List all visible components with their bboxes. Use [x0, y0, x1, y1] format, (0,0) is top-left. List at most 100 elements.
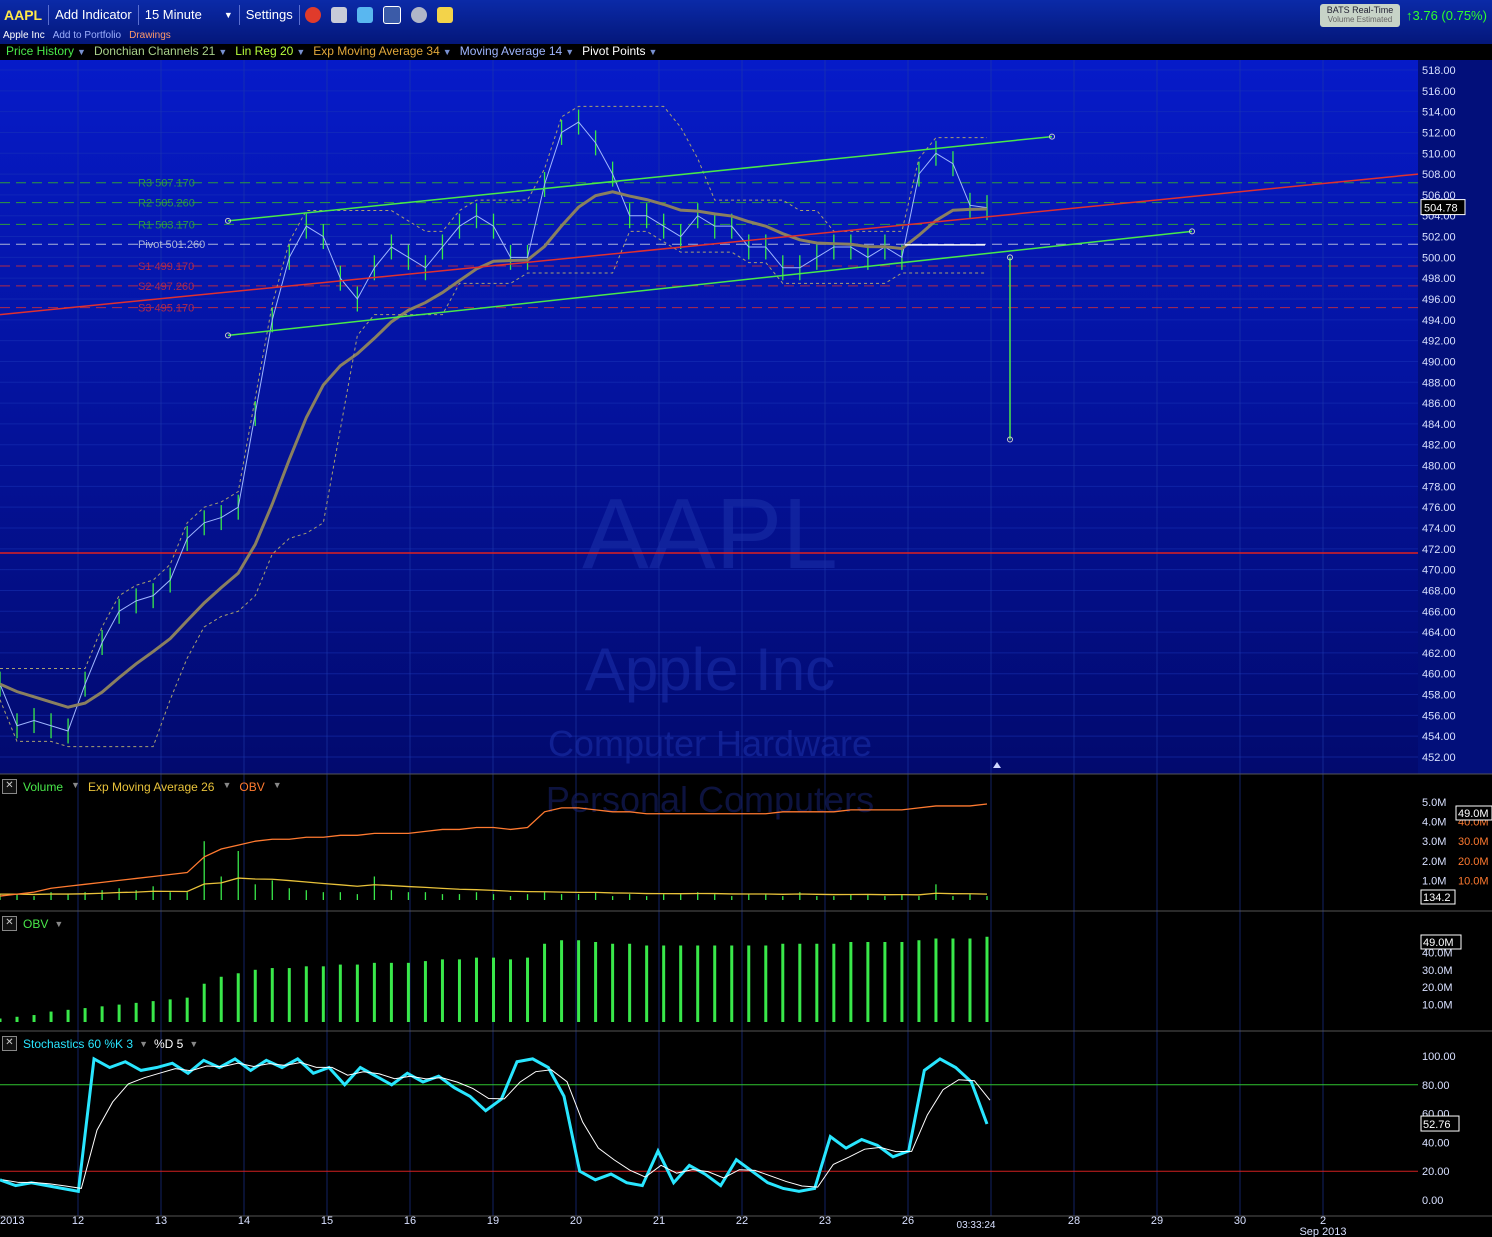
obv-overlay-tick-label: 20.0M	[1458, 856, 1489, 868]
date-tick-label: 16	[404, 1215, 416, 1227]
stoch-last-tag-label: 52.76	[1423, 1119, 1451, 1131]
obv-panel-background	[0, 912, 1492, 1030]
obv-overlay-tick-label: 10.0M	[1458, 875, 1489, 887]
price-tick-label: 464.00	[1422, 627, 1456, 639]
volume-tick-label: 4.0M	[1422, 817, 1446, 829]
close-icon[interactable]: ✕	[2, 916, 17, 931]
obv-panel-label[interactable]: OBV	[23, 917, 48, 931]
price-tick-label: 470.00	[1422, 565, 1456, 577]
chevron-down-icon[interactable]: ▼	[189, 1039, 198, 1049]
volume-panel-series-label[interactable]: Exp Moving Average 26	[88, 780, 215, 794]
chevron-down-icon[interactable]: ▼	[296, 47, 305, 57]
stoch-tick-label: 40.00	[1422, 1137, 1450, 1149]
volume-panel-series-label[interactable]: OBV	[239, 780, 264, 794]
price-tick-label: 512.00	[1422, 127, 1456, 139]
price-tick-label: 486.00	[1422, 398, 1456, 410]
price-tick-label: 452.00	[1422, 752, 1456, 764]
price-tick-label: 494.00	[1422, 315, 1456, 327]
chevron-down-icon[interactable]: ▼	[649, 47, 658, 57]
pivot-label: R1 503.170	[138, 219, 195, 231]
chevron-down-icon[interactable]: ▼	[139, 1039, 148, 1049]
price-tick-label: 480.00	[1422, 461, 1456, 473]
chevron-down-icon[interactable]: ▼	[443, 47, 452, 57]
date-tick-label: 26	[902, 1215, 914, 1227]
pivot-label: R3 507.170	[138, 178, 195, 190]
close-icon[interactable]: ✕	[2, 1036, 17, 1051]
indicator-item[interactable]: Pivot Points ▼	[582, 44, 657, 60]
chevron-down-icon[interactable]: ▼	[54, 919, 63, 929]
price-tick-label: 468.00	[1422, 585, 1456, 597]
stoch-panel-label[interactable]: Stochastics 60 %K 3	[23, 1037, 133, 1051]
chart-application: AAPL Add Indicator 15 Minute ▼ Settings …	[0, 0, 1492, 1237]
price-tick-label: 454.00	[1422, 731, 1456, 743]
chevron-down-icon[interactable]: ▼	[273, 780, 282, 794]
indicator-label: Moving Average 14	[459, 44, 563, 58]
price-tick-label: 510.00	[1422, 148, 1456, 160]
price-tick-label: 498.00	[1422, 273, 1456, 285]
price-tick-label: 456.00	[1422, 710, 1456, 722]
chevron-down-icon[interactable]: ▼	[565, 47, 574, 57]
date-tick-label: 28	[1068, 1215, 1080, 1227]
watermark-symbol: AAPL	[582, 478, 838, 590]
date-tick-label: 23	[819, 1215, 831, 1227]
chevron-down-icon[interactable]: ▼	[218, 47, 227, 57]
indicator-label: Donchian Channels 21	[93, 44, 216, 58]
price-tick-label: 462.00	[1422, 648, 1456, 660]
stoch-tick-label: 80.00	[1422, 1080, 1450, 1092]
volume-panel-header: ✕ Volume ▼ Exp Moving Average 26 ▼ OBV ▼	[2, 779, 282, 794]
crosshair-time-label: 03:33:24	[957, 1220, 996, 1231]
date-tick-label: 15	[321, 1215, 333, 1227]
volume-tick-label: 5.0M	[1422, 797, 1446, 809]
price-tick-label: 472.00	[1422, 544, 1456, 556]
indicator-item[interactable]: Moving Average 14 ▼	[460, 44, 574, 60]
obv-tick-label: 10.0M	[1422, 1000, 1453, 1012]
indicator-label: Pivot Points	[582, 44, 646, 58]
close-icon[interactable]: ✕	[2, 779, 17, 794]
price-tick-label: 474.00	[1422, 523, 1456, 535]
chevron-down-icon[interactable]: ▼	[71, 780, 80, 794]
chevron-down-icon[interactable]: ▼	[222, 780, 231, 794]
date-tick-label: 20	[570, 1215, 582, 1227]
volume-panel-labels: Volume ▼ Exp Moving Average 26 ▼ OBV ▼	[23, 780, 282, 794]
date-tick-label: 14	[238, 1215, 250, 1227]
price-tick-label: 518.00	[1422, 65, 1456, 77]
price-tick-label: 496.00	[1422, 294, 1456, 306]
volume-tick-label: 1.0M	[1422, 875, 1446, 887]
price-tick-label: 516.00	[1422, 86, 1456, 98]
date-tick-label: 30	[1234, 1215, 1246, 1227]
obv-tick-label: 20.0M	[1422, 982, 1453, 994]
obv-panel-header: ✕ OBV ▼	[2, 916, 63, 931]
volume-panel-series-label[interactable]: Volume	[23, 780, 63, 794]
pivot-label: S2 497.260	[138, 281, 194, 293]
indicator-label: Price History	[6, 44, 75, 58]
price-tick-label: 508.00	[1422, 169, 1456, 181]
volume-tick-label: 3.0M	[1422, 836, 1446, 848]
date-tick-label: 21	[653, 1215, 665, 1227]
date-tick-label: 12	[72, 1215, 84, 1227]
price-tick-label: 476.00	[1422, 502, 1456, 514]
indicator-item[interactable]: Donchian Channels 21 ▼	[94, 44, 227, 60]
pivot-label: S1 499.170	[138, 261, 194, 273]
chart-canvas[interactable]: AAPL Apple Inc Computer Hardware Persona…	[0, 0, 1492, 1237]
price-tick-label: 458.00	[1422, 690, 1456, 702]
indicator-item[interactable]: Exp Moving Average 34 ▼	[313, 44, 451, 60]
date-tick-label: 29	[1151, 1215, 1163, 1227]
volume-last-tag-label: 134.2	[1423, 892, 1451, 904]
stoch-panel-background	[0, 1032, 1492, 1216]
date-tick-label: 2013	[0, 1215, 24, 1227]
date-tick-label: Sep 2013	[1299, 1226, 1346, 1237]
volume-tick-label: 2.0M	[1422, 856, 1446, 868]
price-tick-label: 466.00	[1422, 606, 1456, 618]
watermark-sector: Computer Hardware	[548, 723, 872, 764]
indicator-item[interactable]: Lin Reg 20 ▼	[235, 44, 305, 60]
volume-obv-tag-label: 49.0M	[1458, 808, 1489, 820]
stoch-tick-label: 100.00	[1422, 1051, 1456, 1063]
date-tick-label: 19	[487, 1215, 499, 1227]
price-tick-label: 488.00	[1422, 377, 1456, 389]
chevron-down-icon[interactable]: ▼	[77, 47, 86, 57]
pivot-label: Pivot 501.260	[138, 239, 205, 251]
indicator-item[interactable]: Price History ▼	[6, 44, 86, 60]
indicator-bar: Price History ▼ Donchian Channels 21 ▼ Lin R…	[0, 44, 657, 60]
stoch-panel-label-d[interactable]: %D 5	[154, 1037, 183, 1051]
indicator-label: Exp Moving Average 34	[313, 44, 440, 58]
